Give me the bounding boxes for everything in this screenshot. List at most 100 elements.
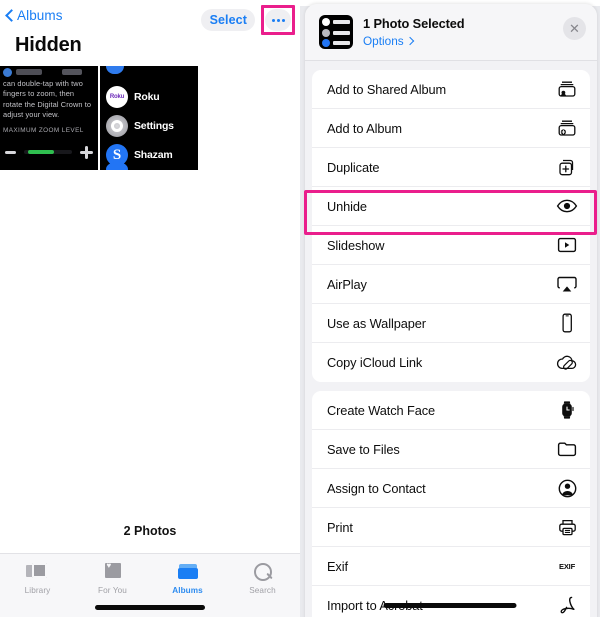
- chevron-right-icon: [407, 37, 413, 46]
- mini-app-icon-settings: [322, 28, 330, 37]
- fragment-bar-1: [16, 69, 42, 75]
- watch-icon: [556, 399, 578, 421]
- navigation-bar: Albums Select: [0, 0, 300, 35]
- thumbnail-mini-row-1: [322, 18, 353, 26]
- menu-item-label: Duplicate: [327, 159, 380, 175]
- airplay-icon: [556, 273, 578, 295]
- roku-app-icon: Roku: [106, 86, 128, 108]
- folder-icon: [556, 438, 578, 460]
- photos-app-panel: Albums Select Hidden can double-tap with…: [0, 0, 300, 617]
- menu-item-save-to-files[interactable]: Save to Files: [312, 430, 590, 469]
- options-label: Options: [363, 34, 404, 48]
- add-album-icon: [556, 117, 578, 139]
- screenshot-root: Albums Select Hidden can double-tap with…: [0, 0, 600, 617]
- action-group-2: Create Watch Face Save to Files Assign t…: [312, 391, 590, 617]
- exif-text-icon: EXIF: [556, 555, 578, 577]
- tab-albums[interactable]: Albums: [150, 561, 225, 595]
- menu-item-label: Unhide: [327, 198, 367, 214]
- thumbnail-mini-row-2: [322, 28, 353, 37]
- mini-app-label-shazam: [332, 41, 350, 45]
- menu-item-print[interactable]: Print: [312, 508, 590, 547]
- play-rectangle-icon: [556, 234, 578, 256]
- shazam-icon-label: S: [112, 146, 122, 163]
- menu-item-label: Add to Shared Album: [327, 81, 447, 97]
- shared-album-icon: [556, 78, 578, 100]
- photo-thumbnail-2[interactable]: Roku Roku Settings S Shazam: [100, 66, 198, 170]
- photo-thumbnail-1[interactable]: can double-tap with two fingers to zoom,…: [0, 66, 98, 170]
- fragment-dot-icon: [3, 67, 12, 77]
- plus-icon: [80, 145, 93, 159]
- options-button[interactable]: Options: [363, 34, 465, 48]
- mini-app-label-settings: [332, 30, 350, 35]
- photo-grid: can double-tap with two fingers to zoom,…: [0, 66, 198, 170]
- thumbnail-1-top-fragment: [0, 66, 98, 78]
- menu-item-label: Print: [327, 519, 353, 535]
- selected-photo-thumbnail[interactable]: [319, 15, 353, 49]
- menu-item-add-to-shared-album[interactable]: Add to Shared Album: [312, 70, 590, 109]
- back-to-albums-button[interactable]: Albums: [6, 8, 63, 23]
- more-options-button[interactable]: [265, 9, 291, 31]
- minus-icon: [5, 150, 16, 154]
- selection-title: 1 Photo Selected: [363, 16, 465, 31]
- menu-item-duplicate[interactable]: Duplicate: [312, 148, 590, 187]
- search-icon: [251, 561, 275, 583]
- menu-item-label: Assign to Contact: [327, 480, 426, 496]
- menu-item-copy-icloud-link[interactable]: Copy iCloud Link: [312, 343, 590, 382]
- home-indicator-left[interactable]: [95, 605, 205, 610]
- share-sheet-header: 1 Photo Selected Options ✕: [305, 4, 597, 61]
- tab-search[interactable]: Search: [225, 561, 300, 595]
- menu-item-slideshow[interactable]: Slideshow: [312, 226, 590, 265]
- chevron-left-icon: [6, 9, 14, 22]
- eye-icon: [556, 195, 578, 217]
- more-button-highlight: [261, 5, 295, 35]
- heart-card-icon: [101, 561, 125, 583]
- action-group-1: Add to Shared Album Add to Album Duplica…: [312, 70, 590, 382]
- duplicate-icon: [556, 156, 578, 178]
- acrobat-icon: [556, 595, 578, 617]
- menu-item-airplay[interactable]: AirPlay: [312, 265, 590, 304]
- photo-count-label: 2 Photos: [123, 524, 177, 538]
- menu-item-use-as-wallpaper[interactable]: Use as Wallpaper: [312, 304, 590, 343]
- menu-item-exif[interactable]: Exif EXIF: [312, 547, 590, 586]
- select-button[interactable]: Select: [200, 9, 255, 31]
- zoom-level-fill: [28, 150, 54, 154]
- settings-gear-icon: [106, 115, 128, 137]
- menu-item-import-to-acrobat[interactable]: Import to Acrobat: [312, 586, 590, 617]
- thumbnail-1-section-label: MAXIMUM ZOOM LEVEL: [3, 127, 84, 134]
- tab-library-label: Library: [24, 586, 51, 595]
- mini-app-label-roku: [332, 20, 350, 24]
- menu-item-unhide[interactable]: Unhide: [312, 187, 590, 226]
- share-sheet-panel: 1 Photo Selected Options ✕ Add to Shared…: [300, 0, 600, 617]
- icloud-link-icon: [556, 352, 578, 374]
- share-sheet: 1 Photo Selected Options ✕ Add to Shared…: [305, 4, 597, 617]
- menu-item-label: Copy iCloud Link: [327, 355, 423, 370]
- watch-app-row-settings: Settings: [106, 115, 174, 137]
- photo-stack-icon: [25, 561, 50, 583]
- home-indicator-right[interactable]: [383, 603, 517, 608]
- menu-item-assign-to-contact[interactable]: Assign to Contact: [312, 469, 590, 508]
- tab-for-you-label: For You: [98, 586, 127, 595]
- ellipsis-icon-dot-3: [281, 18, 285, 22]
- menu-item-label: Exif: [327, 558, 348, 574]
- menu-item-label: AirPlay: [327, 276, 367, 292]
- person-circle-icon: [556, 477, 578, 499]
- mini-app-icon-shazam: [322, 39, 330, 47]
- tab-search-label: Search: [249, 586, 276, 595]
- partial-app-icon-bottom: [106, 162, 128, 170]
- close-icon[interactable]: ✕: [563, 17, 586, 40]
- menu-item-label: Create Watch Face: [327, 402, 436, 418]
- navigation-bar-actions: Select: [200, 5, 295, 35]
- tab-for-you[interactable]: For You: [75, 561, 150, 595]
- menu-item-label: Add to Album: [327, 120, 402, 136]
- watch-app-name-settings: Settings: [134, 120, 174, 132]
- zoom-level-track: [24, 150, 72, 154]
- ellipsis-icon-dot-2: [276, 18, 280, 22]
- page-title: Hidden: [15, 34, 82, 56]
- roku-icon-label: Roku: [109, 94, 125, 100]
- menu-item-label: Use as Wallpaper: [327, 315, 426, 331]
- menu-item-create-watch-face[interactable]: Create Watch Face: [312, 391, 590, 430]
- menu-item-add-to-album[interactable]: Add to Album: [312, 109, 590, 148]
- back-button-label: Albums: [17, 8, 63, 23]
- tab-library[interactable]: Library: [0, 561, 75, 595]
- watch-app-row-roku: Roku Roku: [106, 86, 160, 108]
